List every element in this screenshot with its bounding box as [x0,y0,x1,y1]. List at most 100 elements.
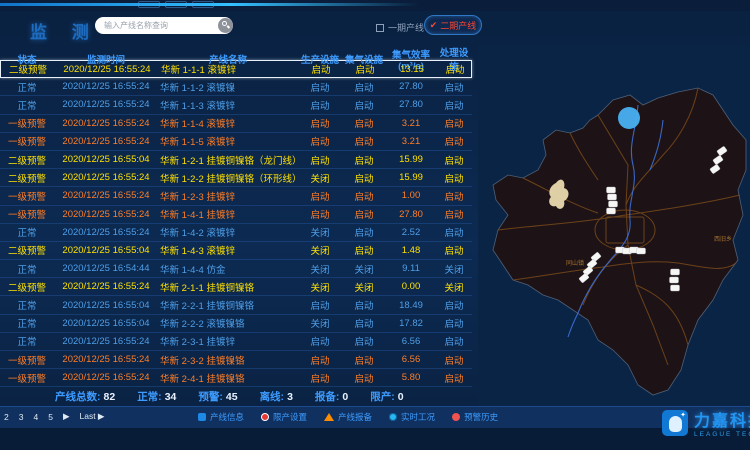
site-marker[interactable] [671,285,680,291]
table-row[interactable]: 正常2020/12/25 16:55:04华新 2-2-2 滚镀镍铬关闭启动17… [0,315,472,333]
legend-item-report-triangle[interactable]: 产线报备 [324,411,372,423]
summary-stat: 正常:34 [137,389,176,404]
table-cell: 华新 2-4-1 挂镀镍铬 [158,371,298,385]
table-cell: 启动 [342,371,386,385]
table-row[interactable]: 正常2020/12/25 16:55:24华新 1-4-2 滚镀锌关闭启动2.5… [0,224,472,242]
table-cell: 9.11 [386,263,436,274]
table-cell: 启动 [436,116,472,130]
table-row[interactable]: 二级预警2020/12/25 16:55:24华新 2-1-1 挂镀铜镍铬关闭关… [0,278,472,296]
table-row[interactable]: 二级预警2020/12/25 16:55:24华新 1-1-1 滚镀锌启动启动1… [0,60,472,78]
table-cell: 2020/12/25 16:55:24 [54,118,158,129]
table-cell: 13.15 [387,64,437,75]
map-place-label: 同山镇 [566,259,584,267]
legend-item-realtime-gauge[interactable]: 实时工况 [389,411,435,423]
table-row[interactable]: 二级预警2020/12/25 16:55:04华新 1-4-3 滚镀锌关闭启动1… [0,242,472,260]
table-row[interactable]: 一级预警2020/12/25 16:55:24华新 1-2-3 挂镀锌启动启动1… [0,187,472,205]
table-cell: 一级预警 [0,134,54,148]
legend-item-info-square[interactable]: 产线信息 [198,411,244,423]
table-cell: 华新 1-4-4 仿金 [158,262,298,276]
search-icon[interactable] [218,18,233,33]
table-row[interactable]: 正常2020/12/25 16:55:04华新 2-2-1 挂镀铜镍铬启动启动1… [0,296,472,314]
summary-stat: 离线:3 [260,389,293,404]
table-row[interactable]: 正常2020/12/25 16:55:24华新 2-3-1 挂镀锌启动启动6.5… [0,333,472,351]
site-marker[interactable] [608,194,617,200]
table-cell: 正常 [0,98,54,112]
table-row[interactable]: 一级预警2020/12/25 16:55:24华新 1-1-4 滚镀锌启动启动3… [0,115,472,133]
last-page-button[interactable]: Last ▶ [79,411,104,422]
table-row[interactable]: 正常2020/12/25 16:55:24华新 1-1-2 滚镀镍启动启动27.… [0,78,472,96]
table-cell: 启动 [298,207,342,221]
table-cell: 华新 1-1-2 滚镀镍 [158,80,298,94]
summary-stat: 预警:45 [198,389,237,404]
table-cell: 启动 [342,134,386,148]
site-marker[interactable] [670,277,679,283]
site-marker[interactable] [671,269,680,275]
table-cell: 二级预警 [0,243,54,257]
next-page-button[interactable]: ▶ [63,411,70,422]
table-cell: 华新 1-1-4 滚镀锌 [158,116,298,130]
table-cell: 2020/12/25 16:55:24 [54,209,158,220]
legend-item-alarm-history[interactable]: 预警历史 [452,411,498,423]
site-marker[interactable] [607,208,616,214]
table-cell: 15.99 [386,154,436,165]
table-cell: 一级预警 [0,207,54,221]
table-cell: 启动 [298,298,342,312]
table-cell: 27.80 [386,99,436,110]
table-cell: 2020/12/25 16:55:24 [55,64,159,75]
district-map[interactable]: 同山镇西旧乡 [478,45,750,406]
legend-item-limit-circle[interactable]: 限产设置 [261,411,307,423]
table-row[interactable]: 正常2020/12/25 16:54:44华新 1-4-4 仿金关闭关闭9.11… [0,260,472,278]
page-button[interactable]: 2 [4,412,9,422]
table-cell: 正常 [0,225,54,239]
table-cell: 18.49 [386,300,436,311]
table-cell: 华新 1-1-5 滚镀锌 [158,134,298,148]
table-row[interactable]: 正常2020/12/25 16:55:24华新 1-1-3 滚镀锌启动启动27.… [0,96,472,114]
site-marker[interactable] [609,201,618,207]
phase2-toggle-button[interactable]: ✔ 二期产线 [424,15,482,35]
phase1-checkbox[interactable]: 一期产线 [376,21,424,34]
table-cell: 二级预警 [0,171,54,185]
table-cell: 启动 [343,62,387,76]
site-marker[interactable] [637,248,646,254]
district-boundary [493,88,746,395]
table-row[interactable]: 一级预警2020/12/25 16:55:24华新 2-3-2 挂镀镍铬启动启动… [0,351,472,369]
table-cell: 华新 1-4-2 滚镀锌 [158,225,298,239]
table-cell: 一级预警 [0,371,54,385]
table-row[interactable]: 二级预警2020/12/25 16:55:24华新 1-2-2 挂镀铜镍铬（环形… [0,169,472,187]
alarm-history-icon [452,413,460,421]
legend-label: 产线报备 [338,411,372,423]
table-cell: 华新 1-1-3 滚镀锌 [158,98,298,112]
header: 监 测 一期产线 ✔ 二期产线 [0,11,480,45]
table-cell: 启动 [342,171,386,185]
table-cell: 关闭 [436,280,472,294]
table-row[interactable]: 一级预警2020/12/25 16:55:24华新 2-4-1 挂镀镍铬启动启动… [0,369,472,387]
table-cell: 一级预警 [0,116,54,130]
page-button[interactable]: 4 [33,412,38,422]
table-row[interactable]: 一级预警2020/12/25 16:55:24华新 1-1-5 滚镀锌启动启动3… [0,133,472,151]
page-button[interactable]: 5 [48,412,53,422]
table-cell: 关闭 [298,243,342,257]
site-marker[interactable] [607,187,616,193]
table-cell: 2020/12/25 16:54:44 [54,263,158,274]
page-button[interactable]: 3 [19,412,24,422]
table-cell: 启动 [436,171,472,185]
table-cell: 2.52 [386,227,436,238]
table-cell: 启动 [436,207,472,221]
monitor-table-body: 二级预警2020/12/25 16:55:24华新 1-1-1 滚镀锌启动启动1… [0,60,472,387]
table-cell: 启动 [342,80,386,94]
table-cell: 华新 2-2-2 滚镀镍铬 [158,316,298,330]
table-cell: 1.48 [386,245,436,256]
report-triangle-icon [324,413,334,421]
table-cell: 启动 [298,98,342,112]
table-cell: 27.80 [386,209,436,220]
table-cell: 华新 1-1-1 滚镀锌 [159,62,299,76]
search-input[interactable] [95,21,218,30]
summary-stats: 产线总数:82正常:34预警:45离线:3报备:0限产:0 [55,389,475,404]
table-cell: 华新 1-2-3 挂镀锌 [158,189,298,203]
table-row[interactable]: 二级预警2020/12/25 16:55:04华新 1-2-1 挂镀铜镍铬（龙门… [0,151,472,169]
table-row[interactable]: 一级预警2020/12/25 16:55:24华新 1-4-1 挂镀锌启动启动2… [0,206,472,224]
table-cell: 二级预警 [0,153,54,167]
table-cell: 启动 [298,80,342,94]
summary-stat: 限产:0 [370,389,403,404]
cluster-count-marker[interactable] [618,107,640,129]
